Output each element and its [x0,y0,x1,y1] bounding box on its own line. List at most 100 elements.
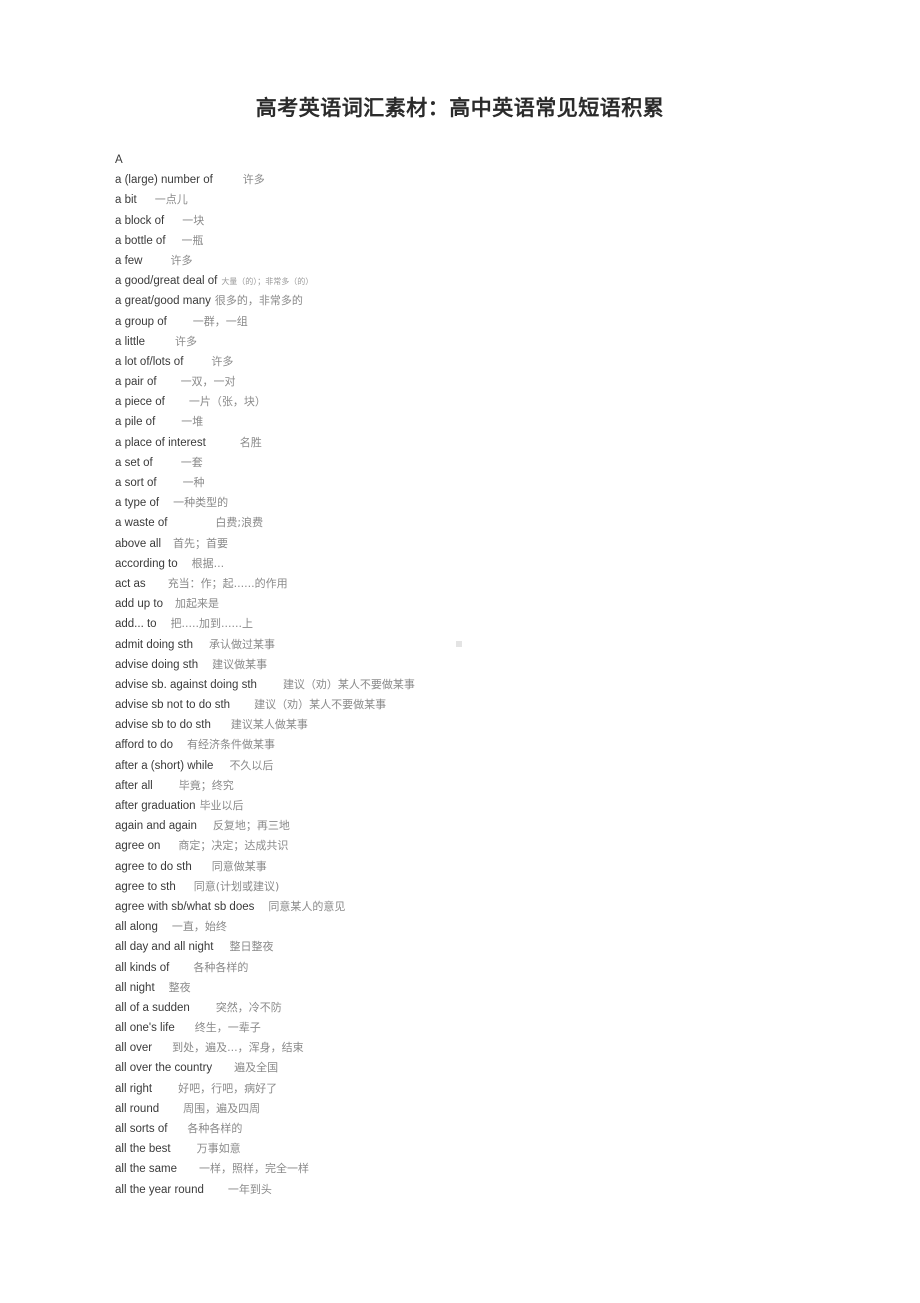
phrase-english: advise sb. against doing sth [115,678,257,691]
phrase-entry: a pair of 一双，一对 [115,372,875,392]
phrase-entry: agree to do sth 同意做某事 [115,857,875,877]
phrase-english: a group of [115,315,167,328]
phrase-english: a piece of [115,396,165,409]
phrase-chinese: 终生，一辈子 [194,1021,261,1035]
phrase-chinese: 许多 [242,173,265,187]
phrase-entry: after all 毕竟；终究 [115,776,875,796]
phrase-chinese: 建议某人做某事 [230,718,308,732]
phrase-chinese: 一群，一组 [192,314,248,328]
phrase-chinese: 许多 [170,253,193,267]
document-page: 高考英语词汇素材：高中英语常见短语积累 A a (large) number o… [0,0,920,1303]
phrase-english: all over the country [115,1062,213,1075]
phrase-chinese: 万事如意 [196,1142,241,1156]
phrase-entry: all one's life 终生，一辈子 [115,1018,875,1038]
phrase-english: a bit [115,194,137,207]
phrase-chinese: 有经济条件做某事 [186,738,275,752]
phrase-english: all kinds of [115,961,170,974]
phrase-chinese: 一点儿 [154,193,188,207]
phrase-entry: all right 好吧，行吧，病好了 [115,1079,875,1099]
phrase-chinese: 遍及全国 [234,1061,279,1075]
page-title: 高考英语词汇素材：高中英语常见短语积累 [255,97,665,120]
phrase-chinese: 加起来是 [174,597,219,611]
phrase-entry: advise sb not to do sth 建议（劝）某人不要做某事 [115,695,875,715]
phrase-entry: agree with sb/what sb does 同意某人的意见 [115,897,875,917]
phrase-english: a pile of [115,416,156,429]
phrase-entry: a (large) number of 许多 [115,170,875,190]
phrase-entry: all round 周围，遍及四周 [115,1099,875,1119]
phrase-entry: a piece of 一片（张，块） [115,392,875,412]
phrase-english: all over [115,1042,153,1055]
phrase-chinese: 首先；首要 [173,536,229,550]
section-heading: A [115,154,123,166]
phrase-entry: all the same 一样，照样，完全一样 [115,1159,875,1179]
phrase-english: a type of [115,497,160,510]
phrase-chinese: 毕业以后 [199,799,244,812]
phrase-english: after a (short) while [115,759,214,772]
phrase-entry: a little 许多 [115,332,875,352]
phrase-chinese: 反复地；再三地 [212,819,290,833]
phrase-english: a sort of [115,477,157,489]
phrase-entry: a waste of 白费;浪费 [115,513,875,533]
phrase-entry: agree on 商定；决定；达成共识 [115,836,875,856]
phrase-chinese: 一瓶 [181,233,204,247]
phrase-chinese: 很多的，非常多的 [214,294,303,308]
phrase-entry: all kinds of 各种各样的 [115,958,875,978]
phrase-chinese: 好吧，行吧，病好了 [178,1081,278,1095]
phrase-chinese: 整日整夜 [229,940,274,954]
phrase-entry: all of a sudden 突然，冷不防 [115,998,875,1018]
phrase-chinese: 突然，冷不防 [215,1000,282,1014]
phrase-english: act as [115,577,146,590]
phrase-english: all day and all night [115,941,214,954]
phrase-entry: all the year round 一年到头 [115,1180,875,1200]
phrase-english: all the same [115,1163,178,1176]
phrase-entry: a great/good many 很多的，非常多的 [115,291,875,311]
phrase-entry: all sorts of 各种各样的 [115,1119,875,1139]
phrase-entry: a lot of/lots of 许多 [115,352,875,372]
phrase-chinese: 建议（劝）某人不要做某事 [254,698,387,712]
phrase-english: all the year round [115,1183,204,1196]
phrase-english: all sorts of [115,1123,168,1135]
phrase-chinese: 许多 [175,334,198,348]
phrase-entry: again and again 反复地；再三地 [115,816,875,836]
phrase-chinese: 建议做某事 [212,657,268,671]
phrase-entry: all the best 万事如意 [115,1139,875,1159]
phrase-english: a great/good many [115,295,211,308]
phrase-entry: afford to do 有经济条件做某事 [115,735,875,755]
phrase-english: a set of [115,456,153,469]
phrase-entry: a sort of 一种 [115,473,875,493]
phrase-entry: add... to 把.....加到......上 [115,614,875,634]
phrase-english: add up to [115,598,163,611]
phrase-english: a bottle of [115,234,166,247]
phrase-chinese: 把.....加到......上 [170,617,254,631]
phrase-entry: above all 首先；首要 [115,534,875,554]
phrase-english: a place of interest [115,436,206,449]
phrase-chinese: 名胜 [239,435,262,449]
phrase-english: a waste of [115,517,168,530]
phrase-english: advise doing sth [115,658,199,671]
phrase-english: after graduation [115,800,196,812]
phrase-english: all along [115,921,158,934]
phrase-chinese: 充当：作；起......的作用 [167,576,288,590]
phrase-english: agree to sth [115,880,176,893]
phrase-english: advise sb to do sth [115,719,211,732]
phrase-chinese: 一直，始终 [171,920,227,934]
phrase-entry: all over 到处，遍及...，浑身，结束 [115,1038,875,1058]
phrase-chinese: 一样，照样，完全一样 [199,1162,310,1176]
phrase-entry: according to 根据... [115,554,875,574]
phrase-english: a block of [115,214,165,227]
phrase-english: a (large) number of [115,174,213,187]
phrase-english: a little [115,335,146,348]
phrase-chinese: 各种各样的 [193,960,249,974]
phrase-entry: a type of 一种类型的 [115,493,875,513]
phrase-entry: all over the country 遍及全国 [115,1058,875,1078]
phrase-chinese: 不久以后 [229,758,274,772]
phrase-entry: a bit 一点儿 [115,190,875,210]
phrase-english: afford to do [115,739,173,752]
phrase-chinese: 毕竟；终究 [178,778,234,792]
phrase-entry: after graduation 毕业以后 [115,796,875,816]
phrase-english: above all [115,537,162,550]
phrase-english: agree to do sth [115,860,192,873]
phrase-entry: all along 一直，始终 [115,917,875,937]
phrase-entry: a block of 一块 [115,211,875,231]
phrase-chinese: 大量（的）；非常多（的） [221,277,314,287]
